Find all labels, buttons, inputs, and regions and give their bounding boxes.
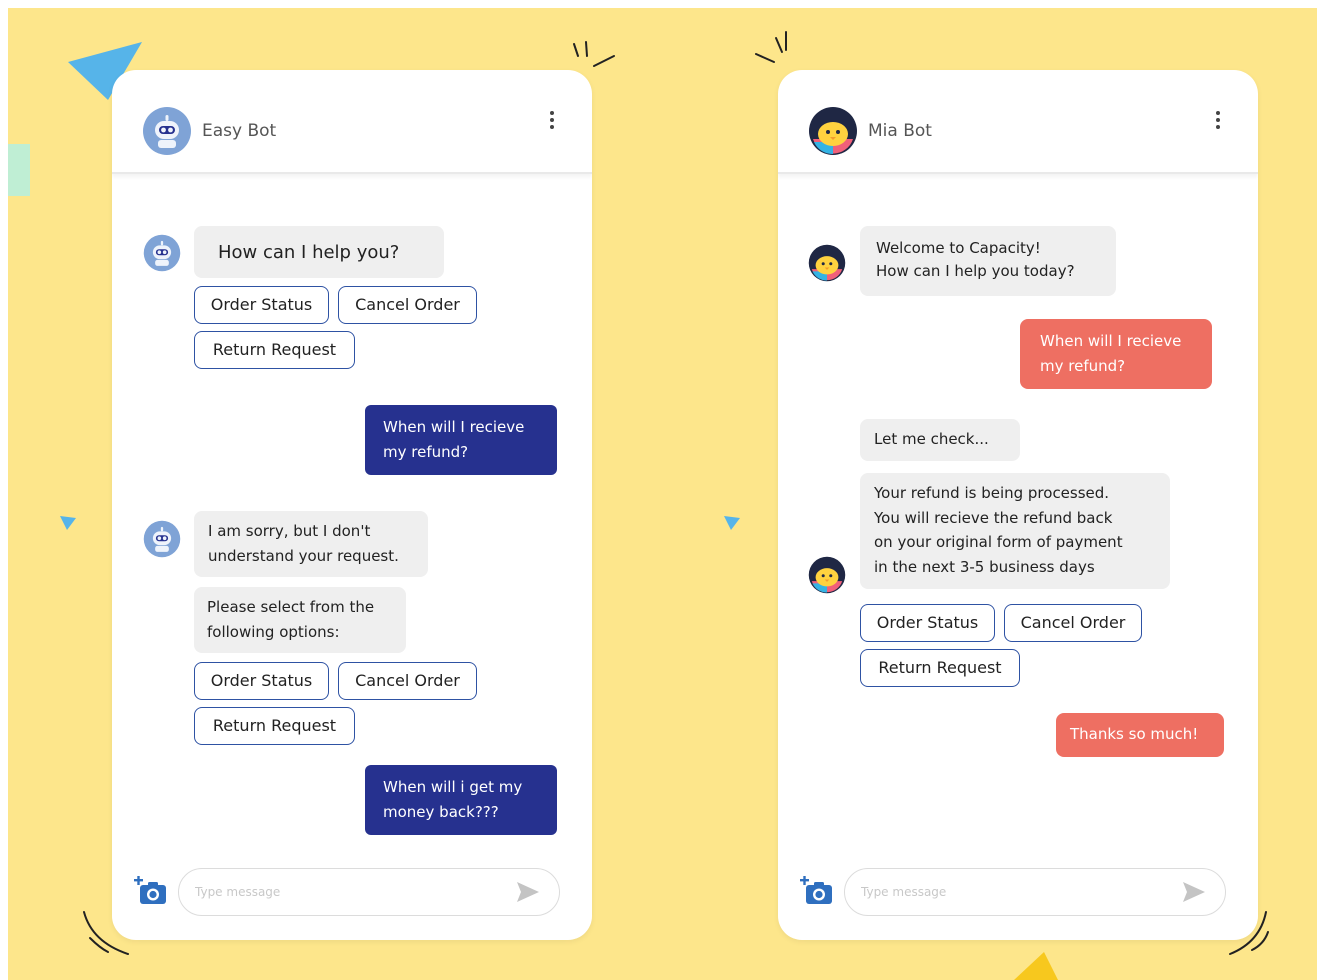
order-status-button[interactable]: Order Status <box>860 604 995 642</box>
bot-message: Let me check... <box>860 419 1020 461</box>
bot-name: Mia Bot <box>868 121 932 141</box>
small-triangle-left-decoration <box>60 516 76 530</box>
send-icon[interactable] <box>515 880 541 904</box>
message-composer <box>778 862 1258 922</box>
robot-icon <box>142 106 192 156</box>
return-request-button[interactable]: Return Request <box>860 649 1020 687</box>
chick-mascot-icon <box>808 106 858 156</box>
easy-bot-chat-window: Easy Bot How can I help you? Order Statu… <box>112 70 592 940</box>
chick-mascot-icon <box>808 556 846 594</box>
robot-icon <box>143 234 181 272</box>
user-message: When will i get my money back??? <box>365 765 557 835</box>
vertical-ellipsis-icon[interactable] <box>542 108 562 134</box>
bot-name: Easy Bot <box>202 121 277 141</box>
order-status-button[interactable]: Order Status <box>194 662 329 700</box>
add-camera-icon[interactable] <box>800 876 834 906</box>
chick-mascot-icon <box>808 244 846 282</box>
send-icon[interactable] <box>1181 880 1207 904</box>
cancel-order-button[interactable]: Cancel Order <box>338 662 477 700</box>
user-message: Thanks so much! <box>1056 713 1224 757</box>
return-request-button[interactable]: Return Request <box>194 707 355 745</box>
spark-lines-top-right <box>750 28 800 74</box>
return-request-button[interactable]: Return Request <box>194 331 355 369</box>
bot-message: How can I help you? <box>194 226 444 278</box>
mia-bot-chat-window: Mia Bot Welcome to Capacity! How can I h… <box>778 70 1258 940</box>
message-input[interactable] <box>844 868 1226 916</box>
mint-shape-decoration <box>8 144 30 196</box>
user-message: When will I recieve my refund? <box>1020 319 1212 389</box>
order-status-button[interactable]: Order Status <box>194 286 329 324</box>
chat-header: Mia Bot <box>778 70 1258 174</box>
small-triangle-middle-decoration <box>724 516 740 530</box>
yellow-shape-decoration <box>1004 948 1064 980</box>
message-input[interactable] <box>178 868 560 916</box>
bot-message: Your refund is being processed. You will… <box>860 473 1170 589</box>
robot-icon <box>143 520 181 558</box>
user-message: When will I recieve my refund? <box>365 405 557 475</box>
vertical-ellipsis-icon[interactable] <box>1208 108 1228 134</box>
bot-message: Welcome to Capacity! How can I help you … <box>860 226 1116 296</box>
bot-message: Please select from the following options… <box>194 587 406 653</box>
add-camera-icon[interactable] <box>134 876 168 906</box>
cancel-order-button[interactable]: Cancel Order <box>338 286 477 324</box>
scene-background: Easy Bot How can I help you? Order Statu… <box>8 8 1317 980</box>
message-composer <box>112 862 592 922</box>
chat-header: Easy Bot <box>112 70 592 174</box>
bot-message: I am sorry, but I don't understand your … <box>194 511 428 577</box>
cancel-order-button[interactable]: Cancel Order <box>1004 604 1142 642</box>
